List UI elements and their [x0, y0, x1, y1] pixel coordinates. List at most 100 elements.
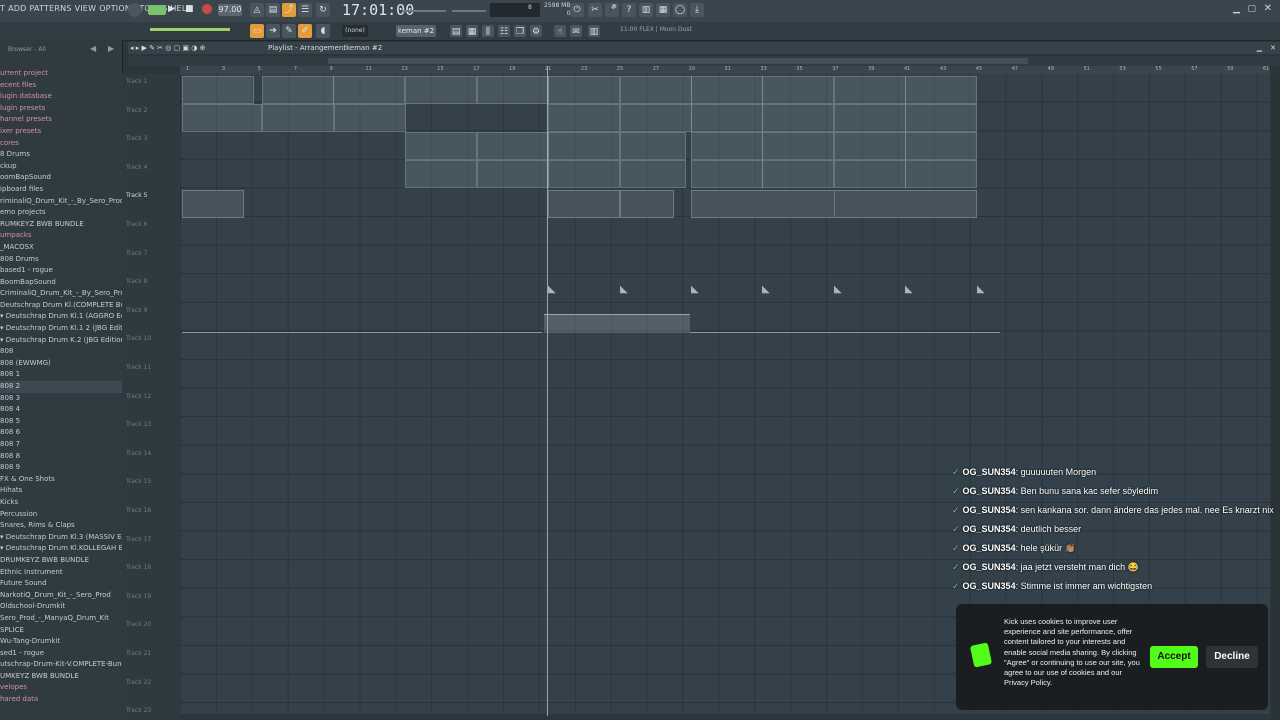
- string-clip[interactable]: [620, 160, 686, 188]
- choir-clip[interactable]: [477, 132, 549, 160]
- browser-item[interactable]: ipboard files: [0, 184, 122, 196]
- browser-item[interactable]: riminaliQ_Drum_Kit_-_By_Sero_Prod: [0, 196, 122, 208]
- pattern-clip[interactable]: [477, 76, 549, 104]
- wait-input-icon[interactable]: ▤: [266, 3, 280, 17]
- browser-item[interactable]: utschrap-Drum-Kit-V.OMPLETE-Bundle-aa7pc…: [0, 659, 122, 671]
- play-icon[interactable]: ▶: [168, 4, 175, 14]
- minimize-icon[interactable]: ▁: [1233, 4, 1240, 14]
- browser-item[interactable]: ckup: [0, 161, 122, 173]
- timeline-ruler[interactable]: 1 3 5 7 9 11 13 15 17 19 21 23 25 27 29 31 33 35 37 39 41 43 4…: [180, 66, 1270, 74]
- browser-item[interactable]: 808 (EWWMG): [0, 358, 122, 370]
- pattern-clip[interactable]: [620, 76, 692, 104]
- chat-username[interactable]: OG_SUN354: [963, 524, 1016, 534]
- track-header[interactable]: Track 11: [126, 364, 151, 371]
- strings-clip[interactable]: [834, 104, 906, 132]
- browser-item[interactable]: ▾ Deutschrap Drum Kl.1 (AGGRO Edition): [0, 311, 122, 323]
- browser-item[interactable]: 808 6: [0, 427, 122, 439]
- master-volume-slider[interactable]: [402, 10, 446, 12]
- browser-item[interactable]: 808 1: [0, 369, 122, 381]
- browser-item[interactable]: SPLICE: [0, 625, 122, 637]
- bass-clip[interactable]: [182, 190, 244, 218]
- track-header[interactable]: Track 22: [126, 679, 151, 686]
- browser-item[interactable]: ecent files: [0, 80, 122, 92]
- track-header[interactable]: Track 1: [126, 78, 147, 85]
- plugin-picker-icon[interactable]: ⚙: [530, 25, 542, 37]
- playlist-window-icon[interactable]: ▤: [450, 25, 462, 37]
- playlist-tool-icon[interactable]: ▭: [250, 24, 264, 38]
- metronome-icon[interactable]: ◬: [250, 3, 264, 17]
- pattern-clip[interactable]: [405, 76, 477, 104]
- automation-curve[interactable]: [544, 314, 690, 333]
- choir-clip[interactable]: [691, 132, 763, 160]
- browser-item[interactable]: 808 Drums: [0, 254, 122, 266]
- menu-item[interactable]: ADD: [8, 4, 26, 13]
- strings-clip[interactable]: [762, 104, 834, 132]
- track-header[interactable]: Track 8: [126, 278, 147, 285]
- strings-clip[interactable]: [334, 104, 406, 132]
- menu-item[interactable]: T: [0, 4, 5, 13]
- playlist-pattern[interactable]: keman #2: [346, 42, 382, 54]
- track-header[interactable]: Track 12: [126, 393, 151, 400]
- decline-button[interactable]: Decline: [1206, 646, 1258, 668]
- browser-item[interactable]: umpacks: [0, 230, 122, 242]
- speaker-icon[interactable]: ◖: [316, 24, 330, 38]
- chat-username[interactable]: OG_SUN354: [963, 486, 1016, 496]
- browser-item[interactable]: UMKEYZ BWB BUNDLE: [0, 671, 122, 683]
- choir-clip[interactable]: [620, 132, 686, 160]
- bass-clip[interactable]: [691, 190, 835, 218]
- track-header[interactable]: Track 5: [126, 192, 147, 199]
- browser-item[interactable]: Wu-Tang-Drumkit: [0, 636, 122, 648]
- menu-item[interactable]: PATTERNS: [30, 4, 72, 13]
- countdown-icon[interactable]: ⤴: [282, 3, 296, 17]
- browser-item[interactable]: Kicks: [0, 497, 122, 509]
- browser-item[interactable]: 808 5: [0, 416, 122, 428]
- chat-username[interactable]: OG_SUN354: [963, 505, 1016, 515]
- stop-icon[interactable]: ■: [185, 4, 194, 14]
- choir-clip[interactable]: [548, 132, 620, 160]
- pattern-clip[interactable]: [905, 76, 977, 104]
- browser-item[interactable]: hannel presets: [0, 114, 122, 126]
- loop-record-icon[interactable]: ↻: [316, 3, 330, 17]
- browser-item[interactable]: hared data: [0, 694, 122, 706]
- track-header[interactable]: Track 20: [126, 621, 151, 628]
- string-clip[interactable]: [405, 160, 477, 188]
- browser-item[interactable]: Percussion: [0, 509, 122, 521]
- track-header[interactable]: Track 13: [126, 421, 151, 428]
- browser-item[interactable]: BoomBapSound: [0, 277, 122, 289]
- touch-icon[interactable]: ☝: [554, 25, 566, 37]
- help-icon[interactable]: ?: [622, 3, 636, 17]
- overview-thumb[interactable]: [328, 58, 1028, 64]
- pattern-clip[interactable]: [834, 76, 906, 104]
- main-menu-button[interactable]: [128, 3, 142, 17]
- online-icon[interactable]: ⏻: [570, 3, 584, 17]
- browser-item[interactable]: ▾ Deutschrap Drum Kl.3 (MASSIV Edition): [0, 532, 122, 544]
- choir-clip[interactable]: [905, 132, 977, 160]
- track-header[interactable]: Track 17: [126, 536, 151, 543]
- strings-clip[interactable]: [691, 104, 763, 132]
- plugin-news[interactable]: 11:00 FLEX | Moon Dust: [620, 26, 692, 33]
- tempo-display[interactable]: 97.00: [218, 4, 242, 16]
- channel-window-icon[interactable]: ☷: [498, 25, 510, 37]
- track-header[interactable]: Track 7: [126, 250, 147, 257]
- bass-clip[interactable]: [834, 190, 977, 218]
- browser-item[interactable]: 808 3: [0, 393, 122, 405]
- menu-item[interactable]: VIEW: [75, 4, 97, 13]
- browser-item[interactable]: CriminaliQ_Drum_Kit_-_By_Sero_Prod: [0, 288, 122, 300]
- close-icon[interactable]: ✕: [1264, 3, 1272, 14]
- piano-roll-icon[interactable]: ▦: [466, 25, 478, 37]
- string-clip[interactable]: [548, 160, 620, 188]
- browser-item[interactable]: ▾ Deutschrap Drum K.2 (JBG Edition): [0, 335, 122, 347]
- string-clip[interactable]: [834, 160, 906, 188]
- pattern-clip[interactable]: [762, 76, 834, 104]
- mixer-icon[interactable]: ▥: [639, 3, 653, 17]
- chat-username[interactable]: OG_SUN354: [963, 543, 1016, 553]
- browser-item[interactable]: oomBapSound: [0, 172, 122, 184]
- browser-item[interactable]: 8 Drums: [0, 149, 122, 161]
- browser-item[interactable]: 808 4: [0, 404, 122, 416]
- track-header[interactable]: Track 15: [126, 478, 151, 485]
- browser-item[interactable]: FX & One Shots: [0, 474, 122, 486]
- channel-rack-icon[interactable]: ▦: [656, 3, 670, 17]
- browser-item[interactable]: lugin presets: [0, 103, 122, 115]
- browser-item[interactable]: Sero_Prod_-_ManyaQ_Drum_Kit: [0, 613, 122, 625]
- track-header[interactable]: Track 23: [126, 707, 151, 714]
